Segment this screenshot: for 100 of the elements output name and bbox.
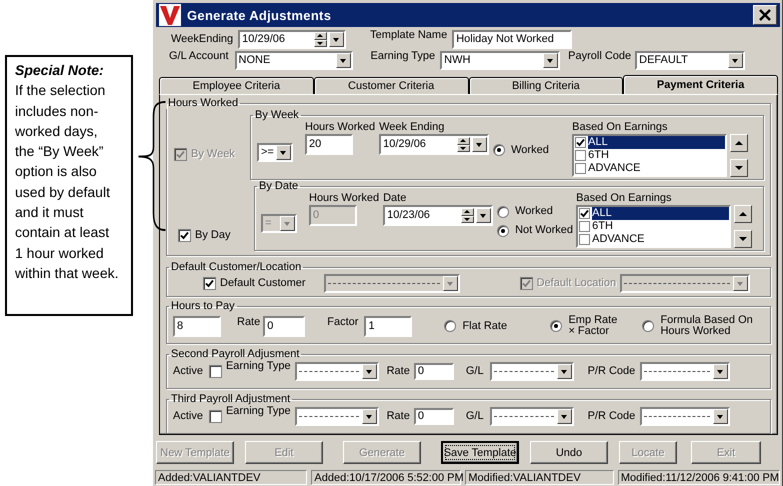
group-title: Third Payroll Adjustment <box>170 393 292 405</box>
radio-button[interactable] <box>497 206 510 218</box>
checkbox[interactable] <box>178 229 191 242</box>
date-field[interactable]: 10/23/06 <box>383 205 494 226</box>
field-label: Earning Type <box>370 50 436 63</box>
group-title: Hours to Pay <box>170 300 236 312</box>
dropdown-field[interactable] <box>294 406 379 426</box>
field-label: G/L Account <box>169 50 229 63</box>
dropdown-field[interactable] <box>324 274 460 292</box>
checkbox[interactable] <box>579 234 590 245</box>
dropdown-field[interactable]: NONE <box>234 51 353 70</box>
checkbox-label: Default Customer <box>220 276 306 290</box>
field-label: Earning Type <box>226 405 291 418</box>
field-label: Week Ending <box>379 121 446 134</box>
checkbox[interactable] <box>575 137 586 148</box>
list-item[interactable]: 6TH <box>578 220 730 233</box>
text-field[interactable]: 0 <box>414 362 454 380</box>
field-label: Based On Earnings <box>572 121 668 134</box>
note-text: If the selection includes non-worked days, the “By Week” option is also used by default and it must contain at least 1 hour worked within that week. <box>15 81 119 283</box>
field-label: Based On Earnings <box>576 192 672 205</box>
checkbox[interactable] <box>575 150 586 161</box>
dropdown-field[interactable] <box>490 362 574 380</box>
dropdown-field[interactable] <box>294 362 379 380</box>
group-title: By Date <box>258 180 300 192</box>
text-field[interactable]: 0 <box>263 316 306 336</box>
scroll-down-button[interactable] <box>730 159 748 177</box>
field-label: G/L <box>466 364 484 378</box>
tab[interactable]: Customer Criteria <box>314 77 468 94</box>
tab[interactable]: Billing Criteria <box>468 77 624 94</box>
radio-label: Emp Rate × Factor <box>568 315 618 337</box>
status-pane: Modified:11/12/2006 9:41:00 PM <box>618 470 780 485</box>
text-field[interactable]: 20 <box>305 134 353 155</box>
radio-button[interactable] <box>493 144 506 156</box>
date-field[interactable]: 10/29/06 <box>379 134 490 155</box>
logo-icon <box>159 4 181 26</box>
radio-label: Formula Based On Hours Worked <box>660 315 753 337</box>
text-field[interactable]: Holiday Not Worked <box>452 30 572 49</box>
checkbox[interactable] <box>208 410 222 422</box>
radio-label: Not Worked <box>515 224 573 237</box>
field-label: Date <box>383 192 408 205</box>
field-label: Factor <box>327 316 358 329</box>
window-title: Generate Adjustments <box>187 8 332 22</box>
tab[interactable]: Payment Criteria <box>623 75 778 94</box>
group-title: Second Payroll Adjusment <box>170 348 300 360</box>
status-pane: Added:10/17/2006 5:52:00 PM <box>311 470 462 485</box>
tab[interactable]: Employee Criteria <box>159 77 314 94</box>
field-label: Payroll Code <box>568 50 632 63</box>
note-title: Special Note: <box>15 61 105 80</box>
status-pane: Added:VALIANTDEV <box>155 470 308 485</box>
earnings-list[interactable]: ALL 6TH ADVANCE <box>576 205 732 248</box>
text-field[interactable]: 1 <box>364 316 412 336</box>
dropdown-field[interactable] <box>620 274 750 292</box>
field-label: G/L <box>466 410 484 422</box>
dropdown-field[interactable] <box>640 406 730 426</box>
checkbox-label: Default Location <box>536 276 616 290</box>
dropdown-field[interactable]: NWH <box>440 51 560 70</box>
list-item[interactable]: ADVANCE <box>574 162 726 175</box>
date-field[interactable]: 10/29/06 <box>238 30 346 49</box>
field-label: Active <box>173 364 203 378</box>
button[interactable]: Save Template <box>441 441 519 464</box>
radio-button[interactable] <box>550 320 562 332</box>
dropdown-field[interactable] <box>490 406 574 426</box>
field-label: Rate <box>237 316 260 329</box>
button[interactable]: Undo <box>530 441 608 464</box>
checkbox-label: By Week <box>191 148 235 161</box>
dropdown-field[interactable]: >= <box>257 142 293 162</box>
checkbox[interactable] <box>575 163 586 174</box>
checkbox[interactable] <box>203 276 216 290</box>
field-label: P/R Code <box>588 364 636 378</box>
checkbox[interactable] <box>579 208 590 219</box>
dropdown-field[interactable] <box>640 362 730 380</box>
field-label: P/R Code <box>588 410 636 422</box>
close-button[interactable] <box>753 5 777 25</box>
list-item[interactable]: 6TH <box>574 149 726 162</box>
radio-button[interactable] <box>444 320 456 332</box>
scroll-up-button[interactable] <box>730 134 748 152</box>
group-title: By Week <box>254 109 300 121</box>
field-label: WeekEnding <box>171 33 234 46</box>
scroll-down-button[interactable] <box>734 230 752 248</box>
radio-button[interactable] <box>497 224 510 236</box>
earnings-list[interactable]: ALL 6TH ADVANCE <box>572 134 728 177</box>
field-label: Earning Type <box>226 360 291 373</box>
close-icon <box>759 9 771 21</box>
radio-label: Flat Rate <box>462 320 508 332</box>
field-label: Rate <box>386 364 410 378</box>
field-label: Active <box>173 410 203 422</box>
checkbox-label: By Day <box>195 229 230 242</box>
radio-button[interactable] <box>642 320 654 332</box>
checkbox[interactable] <box>579 221 590 232</box>
radio-label: Worked <box>515 205 553 218</box>
radio-label: Worked <box>511 144 549 156</box>
checkbox[interactable] <box>208 364 222 378</box>
list-item[interactable]: ADVANCE <box>578 233 730 246</box>
group-title: Default Customer/Location <box>170 261 302 273</box>
field-label: Template Name <box>370 29 448 42</box>
text-field[interactable]: 0 <box>414 408 454 424</box>
scroll-up-button[interactable] <box>734 205 752 223</box>
text-field[interactable]: 8 <box>173 316 221 336</box>
dropdown-field[interactable]: DEFAULT <box>635 51 746 70</box>
field-label: Hours Worked <box>305 121 376 134</box>
